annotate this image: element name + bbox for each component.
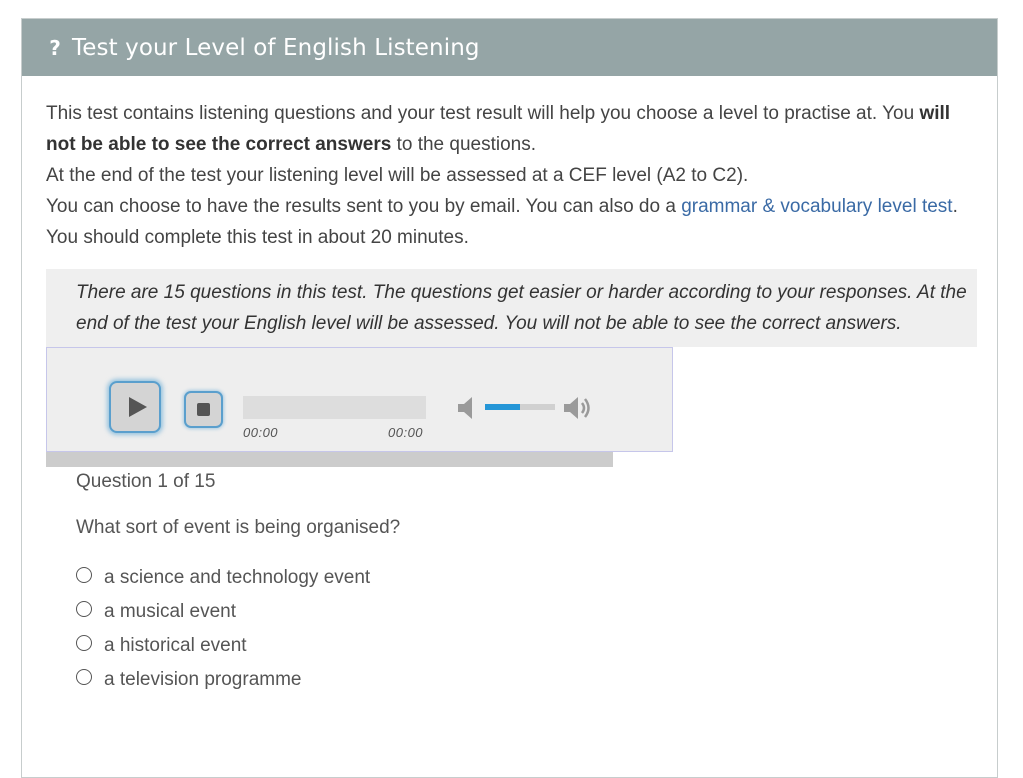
play-button[interactable] (109, 381, 161, 433)
intro-paragraph-1: This test contains listening questions a… (46, 98, 981, 160)
radio-button[interactable] (76, 567, 92, 583)
intro-paragraph-3: You can choose to have the results sent … (46, 191, 981, 222)
answer-option[interactable]: a historical event (76, 629, 997, 663)
page-title: Test your Level of English Listening (72, 34, 480, 61)
question-text: What sort of event is being organised? (76, 517, 401, 538)
answer-option-label: a television programme (104, 669, 302, 690)
answer-option[interactable]: a musical event (76, 595, 997, 629)
stop-button[interactable] (184, 391, 223, 428)
play-icon (129, 397, 147, 417)
intro-paragraph-4: You should complete this test in about 2… (46, 227, 469, 248)
radio-button[interactable] (76, 635, 92, 651)
volume-mute-icon (458, 397, 472, 419)
current-time: 00:00 (243, 425, 279, 440)
audio-seek-bar[interactable] (243, 396, 426, 419)
radio-button[interactable] (76, 601, 92, 617)
intro-text: This test contains listening questions a… (46, 98, 981, 253)
volume-max-icon (564, 397, 590, 419)
answer-option-label: a historical event (104, 635, 247, 656)
total-time: 00:00 (388, 425, 424, 440)
question-area: Question 1 of 15 What sort of event is b… (46, 471, 997, 697)
answer-option-label: a science and technology event (104, 567, 371, 588)
instructions-notice: There are 15 questions in this test. The… (46, 269, 977, 347)
intro-paragraph-2: At the end of the test your listening le… (46, 165, 749, 186)
volume-level (485, 404, 520, 410)
intro-p1-end: to the questions. (391, 134, 537, 155)
intro-p1-start: This test contains listening questions a… (46, 103, 920, 124)
test-progress-bar (46, 452, 613, 467)
radio-button[interactable] (76, 669, 92, 685)
card-header: ? Test your Level of English Listening (22, 19, 997, 76)
answer-option-label: a musical event (104, 601, 237, 622)
volume-slider[interactable] (485, 404, 555, 410)
volume-max-button[interactable] (563, 395, 597, 421)
volume-mute-button[interactable] (457, 396, 479, 420)
audio-player: 00:00 00:00 (46, 347, 673, 452)
answer-option[interactable]: a television programme (76, 663, 997, 697)
grammar-vocabulary-test-link[interactable]: grammar & vocabulary level test (681, 196, 952, 217)
stop-icon (197, 403, 210, 416)
test-card: ? Test your Level of English Listening T… (21, 18, 998, 778)
intro-p3-start: You can choose to have the results sent … (46, 196, 682, 217)
question-mark-icon: ? (49, 35, 61, 60)
intro-p3-end: . (952, 196, 958, 217)
card-body: This test contains listening questions a… (22, 76, 997, 697)
question-counter: Question 1 of 15 (76, 471, 216, 492)
answer-option[interactable]: a science and technology event (76, 561, 997, 595)
answer-options: a science and technology event a musical… (76, 561, 997, 697)
